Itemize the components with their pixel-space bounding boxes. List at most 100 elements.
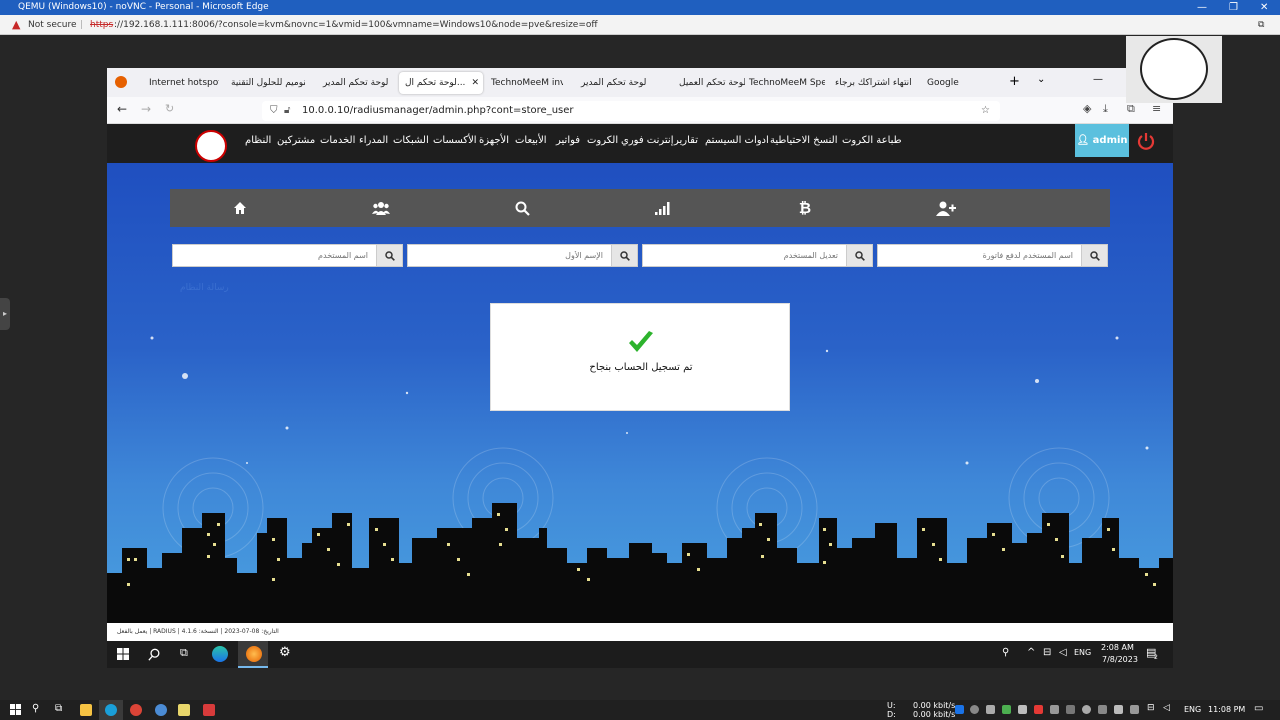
windows-start-icon[interactable] — [117, 648, 129, 660]
tray-icon[interactable] — [1002, 705, 1011, 714]
file-explorer-icon[interactable] — [80, 704, 92, 716]
back-icon[interactable]: ← — [117, 102, 127, 116]
settings-icon[interactable]: ⚙ — [279, 645, 291, 660]
volume-icon[interactable]: ◁ — [1059, 647, 1067, 658]
vm-date[interactable]: 7/8/2023 — [1102, 655, 1138, 664]
firefox-icon[interactable] — [246, 646, 262, 662]
task-view-icon[interactable]: ⧉ — [55, 703, 62, 714]
tray-icon[interactable] — [1066, 705, 1075, 714]
download-icon[interactable]: ⤓ — [1103, 102, 1108, 116]
minimize-icon[interactable]: — — [1197, 0, 1207, 15]
menu-backups[interactable]: النسخ الاحتياطية — [770, 124, 837, 163]
edge-icon[interactable] — [105, 704, 117, 716]
tab-admin-panel[interactable]: لوحة تحكم المدير — [317, 72, 393, 94]
tab-internet-hotspot[interactable]: Internet hotspot — [143, 72, 219, 94]
novnc-handle[interactable]: ▸ — [0, 298, 10, 330]
tray-icon[interactable] — [1082, 705, 1091, 714]
search-icon[interactable] — [148, 648, 161, 661]
new-tab-icon[interactable]: + — [1009, 74, 1020, 89]
menu-services[interactable]: الخدمات — [320, 124, 355, 163]
tray-icon[interactable] — [1050, 705, 1059, 714]
search-icon[interactable] — [611, 244, 638, 267]
search-icon[interactable] — [376, 244, 403, 267]
tray-icon[interactable] — [1018, 705, 1027, 714]
pocket-icon[interactable]: ◈ — [1083, 102, 1091, 115]
person-icon[interactable]: ⚲ — [1002, 647, 1009, 658]
edge-url[interactable]: ://192.168.1.111:8006/?console=kvm&novnc… — [114, 15, 598, 35]
first-name-input[interactable] — [407, 244, 612, 267]
notepad-icon[interactable] — [178, 704, 190, 716]
app-icon[interactable] — [155, 704, 167, 716]
menu-sales[interactable]: الأبيعات — [515, 124, 547, 163]
task-view-icon[interactable]: ⧉ — [180, 646, 188, 660]
tab-technomeem[interactable]: تكنوميم للحلول التقنية — [225, 72, 305, 94]
users-icon[interactable] — [361, 189, 401, 227]
tray-icon[interactable] — [1098, 705, 1107, 714]
network-icon[interactable]: ⊟ — [1147, 703, 1155, 713]
menu-access[interactable]: الأكسسات — [433, 124, 477, 163]
search-icon[interactable]: ⚲ — [32, 703, 39, 714]
power-icon[interactable] — [1136, 131, 1156, 151]
edit-user-input[interactable] — [642, 244, 847, 267]
edge-address-bar[interactable]: ▲ Not secure | https ://192.168.1.111:80… — [0, 15, 1280, 35]
chrome-icon[interactable] — [130, 704, 142, 716]
tab-admin-panel-2[interactable]: لوحة تحكم المدير — [575, 72, 657, 94]
external-link-icon[interactable]: ⧉ — [1258, 15, 1264, 35]
app-red-icon[interactable] — [203, 704, 215, 716]
tab-subscription[interactable]: تم انتهاء اشتراكك برجاء — [829, 72, 913, 94]
tray-icon[interactable] — [970, 705, 979, 714]
menu-cards[interactable]: الكروت — [587, 124, 618, 163]
menu-invoices[interactable]: فواتير — [556, 124, 580, 163]
system-message-link[interactable]: رسالة النظام — [180, 283, 229, 293]
star-icon[interactable]: ☆ — [981, 101, 990, 121]
bitcoin-icon[interactable]: ₿ — [785, 189, 825, 227]
signal-icon[interactable] — [643, 189, 683, 227]
reload-icon[interactable]: ↻ — [165, 102, 174, 115]
username-input[interactable] — [172, 244, 377, 267]
tab-speed[interactable]: TechnoMeeM Speed — [743, 72, 825, 94]
admin-button[interactable]: 👤︎ admin — [1075, 124, 1129, 157]
menu-icon[interactable]: ≡ — [1152, 102, 1161, 115]
tab-active[interactable]: لوحة تحكم ال... ✕ — [399, 72, 483, 94]
vm-lang[interactable]: ENG — [1074, 648, 1091, 657]
add-user-icon[interactable] — [926, 189, 966, 227]
chevron-up-icon[interactable]: ^ — [1027, 647, 1035, 658]
firefox-url-bar[interactable]: ⛉ 🔓︎ 10.0.0.10/radiusmanager/admin.php?c… — [262, 101, 1000, 121]
notification-icon[interactable]: ▭ — [1254, 703, 1263, 714]
menu-system[interactable]: النظام — [245, 124, 271, 163]
menu-networks[interactable]: الشبكات — [393, 124, 429, 163]
menu-devices[interactable]: الأجهزة — [479, 124, 509, 163]
not-secure-label[interactable]: Not secure — [28, 15, 77, 35]
firefox-view-icon[interactable] — [115, 76, 127, 88]
vm-time[interactable]: 2:08 AM — [1101, 643, 1134, 652]
tray-icon[interactable] — [1114, 705, 1123, 714]
menu-system-tools[interactable]: ادوات السيستم — [705, 124, 769, 163]
edge-icon[interactable] — [212, 646, 228, 662]
host-lang[interactable]: ENG — [1184, 705, 1201, 714]
search-icon[interactable] — [846, 244, 873, 267]
menu-print-cards[interactable]: طباعة الكروت — [842, 124, 902, 163]
home-icon[interactable] — [220, 189, 260, 227]
tray-icon[interactable] — [1130, 705, 1139, 714]
menu-subscribers[interactable]: مشتركين — [277, 124, 315, 163]
tray-icon[interactable] — [955, 705, 964, 714]
network-icon[interactable]: ⊟ — [1043, 647, 1051, 658]
pay-invoice-input[interactable] — [877, 244, 1082, 267]
chevron-down-icon[interactable]: ⌄ — [1037, 74, 1045, 85]
url-scheme[interactable]: https — [90, 15, 113, 35]
volume-icon[interactable]: ◁ — [1163, 703, 1170, 713]
menu-managers[interactable]: المدراء — [359, 124, 388, 163]
close-tab-icon[interactable]: ✕ — [471, 72, 479, 94]
search-icon[interactable] — [1081, 244, 1108, 267]
menu-reports[interactable]: تقارير — [674, 124, 698, 163]
extensions-icon[interactable]: ⧉ — [1127, 102, 1135, 116]
forward-icon[interactable]: → — [141, 102, 151, 116]
tab-client-panel[interactable]: لوحة تحكم العميل — [673, 72, 745, 94]
menu-instant-internet[interactable]: إنترنت فوري — [621, 124, 673, 163]
tab-invoice[interactable]: TechnoMeeM invoic — [485, 72, 563, 94]
tray-icon[interactable] — [986, 705, 995, 714]
close-icon[interactable]: ✕ — [1260, 0, 1268, 15]
host-time[interactable]: 11:08 PM — [1208, 705, 1245, 714]
search-icon[interactable] — [502, 189, 542, 227]
maximize-icon[interactable]: ❐ — [1229, 0, 1238, 15]
